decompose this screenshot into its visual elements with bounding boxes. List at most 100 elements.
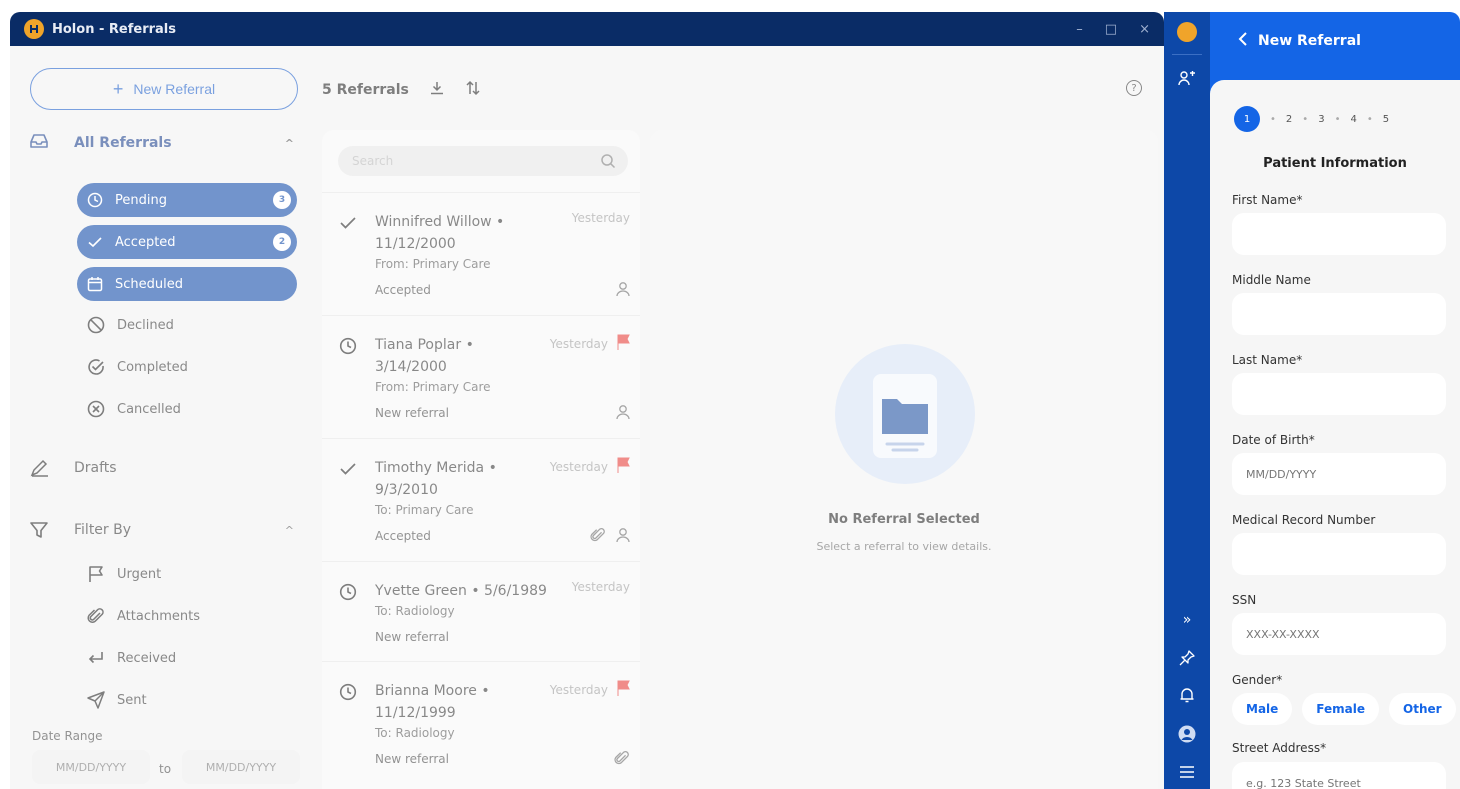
section-title: Patient Information xyxy=(1263,156,1407,171)
step-4[interactable]: 4 xyxy=(1350,114,1356,125)
search-input[interactable]: Search xyxy=(338,146,628,176)
date-from-input[interactable] xyxy=(32,750,150,784)
middle-name-field[interactable] xyxy=(1232,293,1446,335)
last-name-field[interactable] xyxy=(1232,373,1446,415)
list-item[interactable]: Brianna Moore • 11/12/1999 Yesterday To:… xyxy=(322,661,640,784)
minimize-button[interactable]: – xyxy=(1076,22,1083,37)
date-to-label: to xyxy=(159,762,172,776)
search-icon[interactable] xyxy=(600,153,616,172)
clock-icon xyxy=(338,582,358,602)
person-icon xyxy=(616,527,630,547)
filter-sent[interactable]: Sent xyxy=(87,689,147,711)
help-icon[interactable]: ? xyxy=(1126,80,1142,96)
pin-icon[interactable] xyxy=(1177,648,1197,668)
step-2[interactable]: 2 xyxy=(1286,114,1292,125)
first-name-field[interactable] xyxy=(1232,213,1446,255)
sidebar-item-accepted[interactable]: Accepted 2 xyxy=(77,225,297,259)
date-to-input[interactable] xyxy=(182,750,300,784)
status-text: New referral xyxy=(375,406,449,420)
contacts-icon[interactable] xyxy=(1177,68,1197,88)
ssn-field[interactable] xyxy=(1232,613,1446,655)
list-item[interactable]: Yvette Green • 5/6/1989 Yesterday To: Ra… xyxy=(322,561,640,661)
status-text: New referral xyxy=(375,630,449,644)
new-referral-label: New Referral xyxy=(133,81,216,97)
sidebar-item-pending[interactable]: Pending 3 xyxy=(77,183,297,217)
first-name-label: First Name* xyxy=(1232,193,1303,207)
sidebar-item-cancelled[interactable]: Cancelled xyxy=(87,398,181,420)
bell-icon[interactable] xyxy=(1177,685,1197,705)
check-circle-icon xyxy=(87,358,107,376)
mrn-label: Medical Record Number xyxy=(1232,513,1376,527)
filter-by-header[interactable]: Filter By ^ xyxy=(30,518,300,542)
window-title: Holon - Referrals xyxy=(52,21,176,37)
clock-icon xyxy=(87,192,105,208)
paperclip-icon xyxy=(87,607,107,625)
close-button[interactable]: × xyxy=(1139,22,1150,37)
patient-name: Timothy Merida • 9/3/2010 xyxy=(375,460,497,498)
panel-body: 1 • 2 • 3 • 4 • 5 Patient Information First … xyxy=(1210,80,1460,789)
referral-source: From: Primary Care xyxy=(375,257,491,271)
street-address-field[interactable] xyxy=(1232,762,1446,789)
step-5[interactable]: 5 xyxy=(1383,114,1389,125)
empty-state-subtitle: Select a referral to view details. xyxy=(816,540,992,553)
sidebar-item-label: Accepted xyxy=(115,234,176,250)
chevron-up-icon[interactable]: ^ xyxy=(285,137,294,150)
download-icon[interactable] xyxy=(429,80,445,100)
list-item[interactable]: Winnifred Willow • 11/12/2000 Yesterday … xyxy=(322,192,640,315)
street-address-label: Street Address* xyxy=(1232,741,1327,755)
chevron-up-icon[interactable]: ^ xyxy=(285,524,294,537)
maximize-button[interactable]: □ xyxy=(1105,22,1117,37)
referral-source: To: Radiology xyxy=(375,726,455,740)
gender-other-button[interactable]: Other xyxy=(1389,693,1456,725)
step-indicator: 1 • 2 • 3 • 4 • 5 xyxy=(1234,106,1434,132)
drafts-item[interactable]: Drafts xyxy=(30,456,300,480)
last-name-label: Last Name* xyxy=(1232,353,1303,367)
all-referrals-header[interactable]: All Referrals ^ xyxy=(30,132,300,154)
sidebar-item-completed[interactable]: Completed xyxy=(87,356,188,378)
filter-by-label: Filter By xyxy=(74,522,132,538)
list-item[interactable]: Timothy Merida • 9/3/2010 Yesterday To: … xyxy=(322,438,640,561)
filter-urgent[interactable]: Urgent xyxy=(87,563,161,585)
back-chevron-icon[interactable] xyxy=(1238,32,1248,50)
filter-label: Received xyxy=(117,650,177,666)
holon-logo-icon xyxy=(24,19,44,39)
sort-icon[interactable] xyxy=(465,80,481,100)
referral-source: To: Primary Care xyxy=(375,503,474,517)
gender-male-button[interactable]: Male xyxy=(1232,693,1293,725)
step-3[interactable]: 3 xyxy=(1318,114,1324,125)
expand-icon[interactable]: » xyxy=(1177,610,1197,630)
step-1[interactable]: 1 xyxy=(1234,106,1260,132)
dob-label: Date of Birth* xyxy=(1232,433,1315,447)
filter-received[interactable]: Received xyxy=(87,647,176,669)
list-item[interactable]: Tiana Poplar • 3/14/2000 Yesterday From:… xyxy=(322,315,640,438)
menu-icon[interactable] xyxy=(1177,762,1197,782)
new-referral-button[interactable]: + New Referral xyxy=(30,68,298,110)
timestamp: Yesterday xyxy=(572,211,630,225)
sidebar-item-declined[interactable]: Declined xyxy=(87,314,174,336)
user-avatar-icon[interactable] xyxy=(1177,724,1197,744)
dob-field[interactable] xyxy=(1232,453,1446,495)
urgent-flag-icon xyxy=(616,334,630,353)
sidebar-item-label: Completed xyxy=(117,359,188,375)
empty-folder-illustration xyxy=(835,344,975,484)
clock-icon xyxy=(338,336,358,356)
sidebar-item-scheduled[interactable]: Scheduled xyxy=(77,267,297,301)
time-label: Yesterday xyxy=(571,211,630,225)
mrn-field[interactable] xyxy=(1232,533,1446,575)
gender-label: Gender* xyxy=(1232,673,1283,687)
patient-name: Tiana Poplar • 3/14/2000 xyxy=(375,337,474,375)
filter-attachments[interactable]: Attachments xyxy=(87,605,200,627)
filter-label: Urgent xyxy=(117,566,162,582)
accepted-count-badge: 2 xyxy=(273,233,291,251)
gender-female-button[interactable]: Female xyxy=(1302,693,1379,725)
time-label: Yesterday xyxy=(549,459,608,474)
person-icon xyxy=(616,281,630,301)
filter-icon xyxy=(30,521,50,539)
paperclip-icon xyxy=(614,750,630,770)
pen-icon xyxy=(30,459,50,477)
referral-source: To: Radiology xyxy=(375,604,455,618)
timestamp: Yesterday xyxy=(572,580,630,594)
flag-icon xyxy=(87,565,107,583)
filter-label: Sent xyxy=(117,692,147,708)
clock-icon xyxy=(338,682,358,702)
